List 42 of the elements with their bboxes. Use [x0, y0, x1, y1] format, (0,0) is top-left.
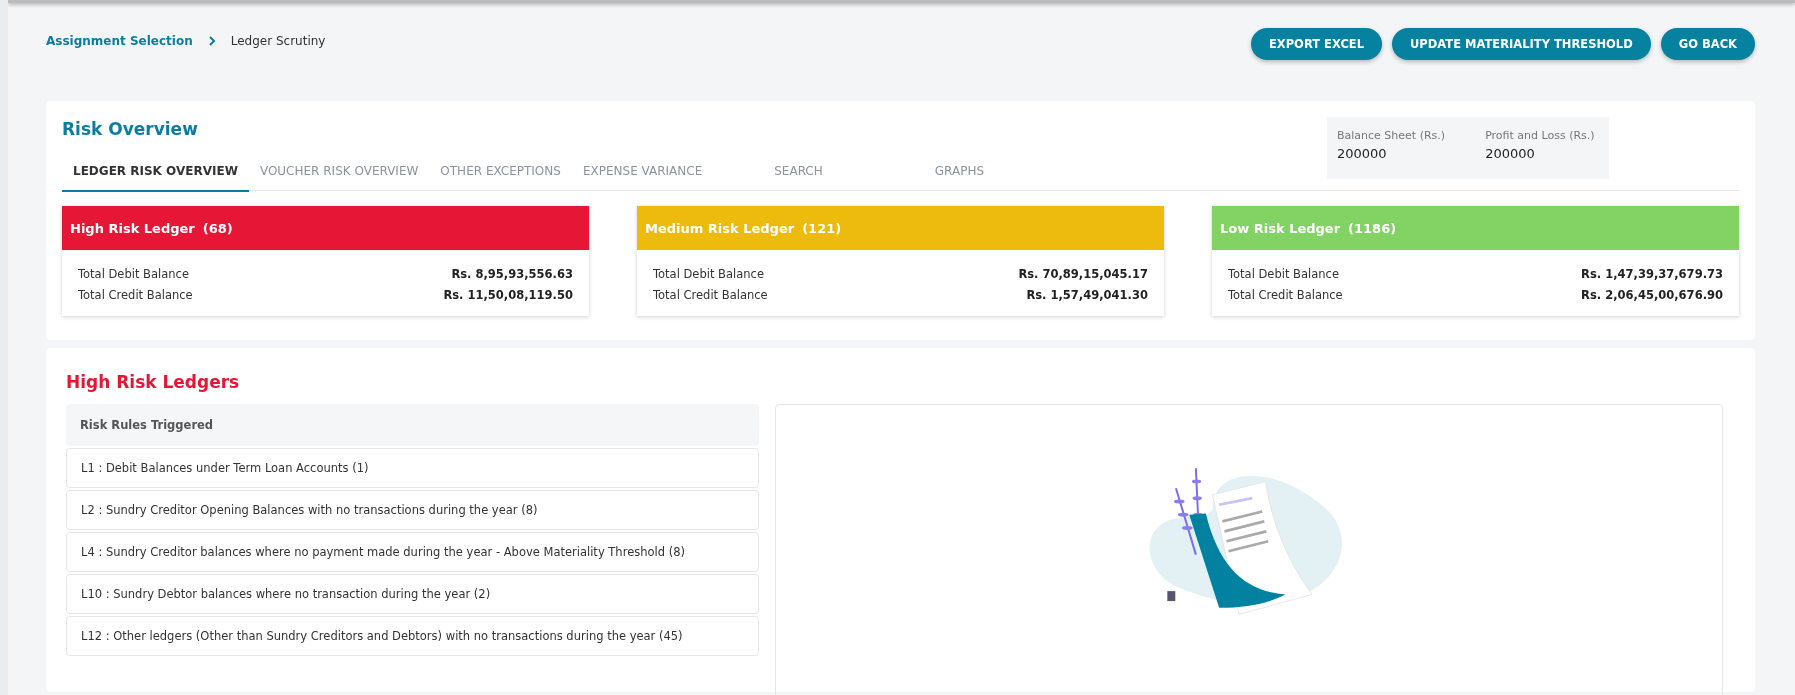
action-button[interactable]: UPDATE MATERIALITY THRESHOLD: [1392, 28, 1651, 60]
tab[interactable]: VOUCHER RISK OVERVIEW: [248, 156, 430, 192]
tab[interactable]: LEDGER RISK OVERVIEW: [62, 156, 249, 192]
balance-label: Total Debit Balance: [653, 266, 764, 283]
balance-label: Total Credit Balance: [1228, 287, 1343, 304]
balance-value: Rs. 1,47,39,37,679.73: [1581, 266, 1723, 283]
action-button[interactable]: GO BACK: [1660, 28, 1755, 60]
threshold-label: Profit and Loss (Rs.): [1485, 129, 1595, 142]
tab[interactable]: GRAPHS: [923, 156, 996, 192]
balance-value: Rs. 8,95,93,556.63: [451, 266, 573, 283]
balance-label: Total Credit Balance: [78, 287, 193, 304]
card-title: Low Risk Ledger: [1220, 220, 1341, 236]
balance-label: Total Credit Balance: [653, 287, 768, 304]
section-title: High Risk Ledgers: [66, 372, 241, 392]
rule-item[interactable]: L1 : Debit Balances under Term Loan Accounts (1): [66, 448, 759, 488]
card-count: (1186): [1348, 220, 1397, 236]
tab[interactable]: SEARCH: [763, 156, 834, 192]
card-count: (68): [202, 220, 233, 236]
rule-item[interactable]: L12 : Other ledgers (Other than Sundry Creditors and Debtors) with no transactions during the year (45): [66, 616, 759, 656]
rule-item[interactable]: L4 : Sundry Creditor balances where no payment made during the year - Above Materiality Threshold (8): [66, 532, 759, 572]
list-header: Risk Rules Triggered: [66, 404, 759, 446]
balance-label: Total Debit Balance: [78, 266, 189, 283]
balance-value: Rs. 11,50,08,119.50: [443, 287, 573, 304]
tab[interactable]: EXPENSE VARIANCE: [571, 156, 714, 192]
card-count: (121): [802, 220, 842, 236]
rule-item[interactable]: L2 : Sundry Creditor Opening Balances with no transactions during the year (8): [66, 490, 759, 530]
rule-item[interactable]: L10 : Sundry Debtor balances where no transaction during the year (2): [66, 574, 759, 614]
balance-label: Total Debit Balance: [1228, 266, 1339, 283]
threshold-value: 200000: [1485, 146, 1536, 161]
breadcrumb-link[interactable]: Assignment Selection: [46, 34, 193, 48]
card-title: Medium Risk Ledger: [645, 220, 795, 236]
action-button[interactable]: EXPORT EXCEL: [1250, 28, 1382, 60]
chevron-icon: [206, 36, 217, 46]
balance-value: Rs. 1,57,49,041.30: [1026, 287, 1148, 304]
threshold-label: Balance Sheet (Rs.): [1337, 129, 1446, 142]
threshold-value: 200000: [1337, 146, 1388, 161]
balance-value: Rs. 70,89,15,045.17: [1018, 266, 1148, 283]
section-title: Risk Overview: [62, 119, 199, 139]
balance-value: Rs. 2,06,45,00,676.90: [1581, 287, 1723, 304]
tab[interactable]: OTHER EXCEPTIONS: [429, 156, 572, 192]
card-title: High Risk Ledger: [70, 220, 195, 236]
breadcrumb-current: Ledger Scrutiny: [230, 34, 326, 48]
